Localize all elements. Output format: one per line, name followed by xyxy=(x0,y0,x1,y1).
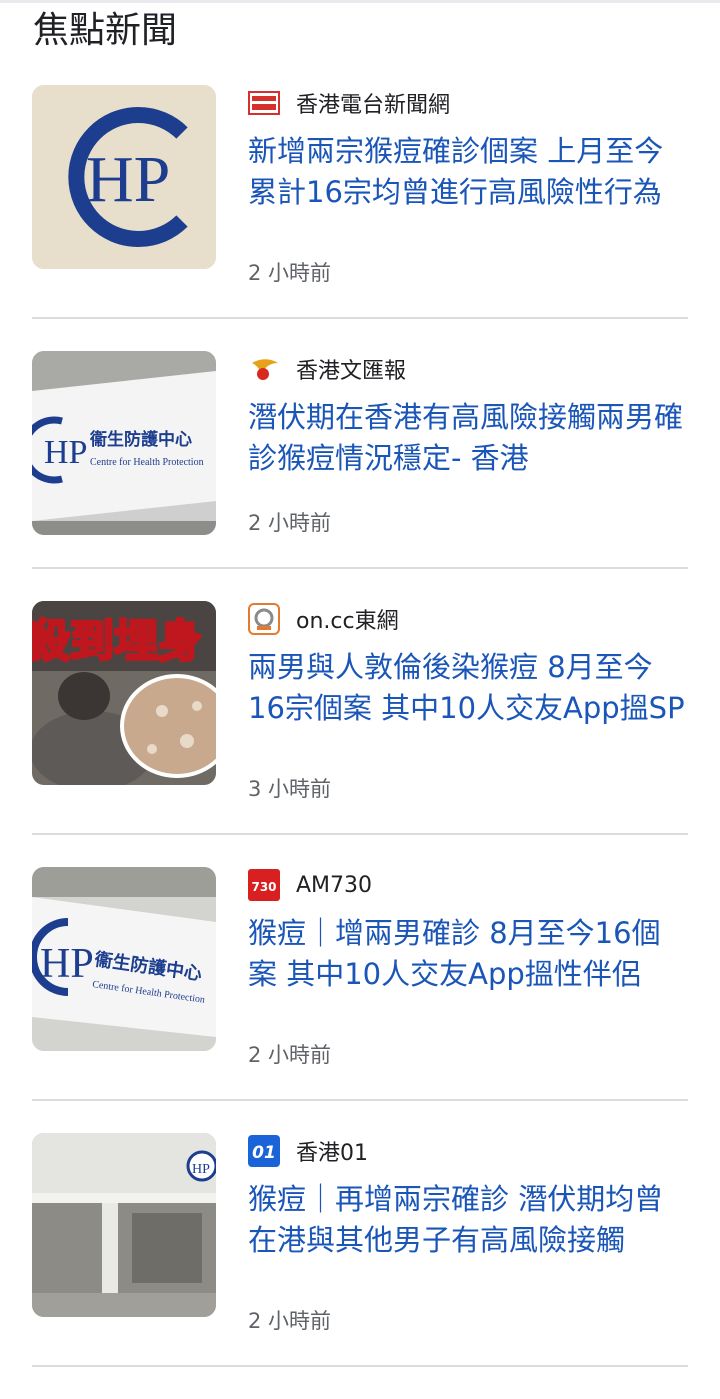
news-card[interactable]: HP 衞生防護中心 Centre for Health Protection 7… xyxy=(32,867,688,1133)
news-card[interactable]: 殺到埋身 on.cc東網 兩男與人敦倫後染猴痘 8月至今16宗個案 其中10人交… xyxy=(32,601,688,867)
wenweipo-logo-icon xyxy=(248,353,280,385)
source-name: on.cc東網 xyxy=(296,609,399,634)
source-name: 香港01 xyxy=(296,1141,368,1166)
svg-text:HP: HP xyxy=(86,143,170,216)
timestamp: 2 小時前 xyxy=(248,511,332,535)
source-name: AM730 xyxy=(296,872,373,898)
chp-sign-image: HP 衞生防護中心 Centre for Health Protection xyxy=(32,867,216,1051)
oncc-logo-icon xyxy=(248,603,280,635)
headline-link[interactable]: 潛伏期在香港有高風險接觸兩男確診猴痘情況穩定- 香港 xyxy=(248,397,688,479)
svg-text:衞生防護中心: 衞生防護中心 xyxy=(89,429,192,450)
timestamp: 2 小時前 xyxy=(248,1309,332,1333)
divider xyxy=(32,833,688,835)
article-thumbnail[interactable]: HP 衞生防護中心 Centre for Health Protection xyxy=(32,867,216,1051)
divider xyxy=(32,317,688,319)
news-card[interactable]: HP 01 香港01 猴痘｜再增兩宗確診 潛伏期均曾在港與其他男子有高風險接觸 … xyxy=(32,1133,688,1399)
news-card[interactable]: HP 衞生防護中心 Centre for Health Protection 香… xyxy=(32,351,688,617)
source-name: 香港電台新聞網 xyxy=(296,93,451,118)
svg-text:HP: HP xyxy=(44,434,87,471)
section-title: 焦點新聞 xyxy=(33,10,178,51)
svg-text:01: 01 xyxy=(252,1143,276,1163)
news-card[interactable]: HP 香港電台新聞網 新增兩宗猴痘確診個案 上月至今累計16宗均曾進行高風險性行… xyxy=(32,85,688,351)
svg-text:730: 730 xyxy=(251,880,276,894)
headline-link[interactable]: 猴痘｜再增兩宗確診 潛伏期均曾在港與其他男子有高風險接觸 xyxy=(248,1179,688,1261)
am730-logo-icon: 730 xyxy=(248,869,280,901)
article-thumbnail[interactable]: HP xyxy=(32,85,216,269)
rash-photo-image: 殺到埋身 xyxy=(32,601,216,785)
headline-link[interactable]: 兩男與人敦倫後染猴痘 8月至今16宗個案 其中10人交友App搵SP xyxy=(248,647,688,729)
svg-text:Centre for Health Protection: Centre for Health Protection xyxy=(90,457,204,468)
rthk-logo-icon xyxy=(248,87,280,119)
hk01-logo-icon: 01 xyxy=(248,1135,280,1167)
headline-link[interactable]: 猴痘｜增兩男確診 8月至今16個案 其中10人交友App搵性伴侶 xyxy=(248,913,688,995)
article-thumbnail[interactable]: HP xyxy=(32,1133,216,1317)
svg-text:HP: HP xyxy=(40,941,94,987)
source-name: 香港文匯報 xyxy=(296,359,407,384)
divider xyxy=(32,1099,688,1101)
top-edge xyxy=(0,0,720,3)
timestamp: 2 小時前 xyxy=(248,261,332,285)
timestamp: 3 小時前 xyxy=(248,777,332,801)
article-thumbnail[interactable]: 殺到埋身 xyxy=(32,601,216,785)
chp-sign-image: HP 衞生防護中心 Centre for Health Protection xyxy=(32,351,216,535)
svg-text:HP: HP xyxy=(192,1162,210,1177)
timestamp: 2 小時前 xyxy=(248,1043,332,1067)
chp-logo-image: HP xyxy=(32,85,216,269)
headline-link[interactable]: 新增兩宗猴痘確診個案 上月至今累計16宗均曾進行高風險性行為 xyxy=(248,131,688,213)
article-thumbnail[interactable]: HP 衞生防護中心 Centre for Health Protection xyxy=(32,351,216,535)
divider xyxy=(32,567,688,569)
building-photo-image: HP xyxy=(32,1133,216,1317)
divider xyxy=(32,1365,688,1367)
svg-text:殺到埋身: 殺到埋身 xyxy=(32,616,202,667)
